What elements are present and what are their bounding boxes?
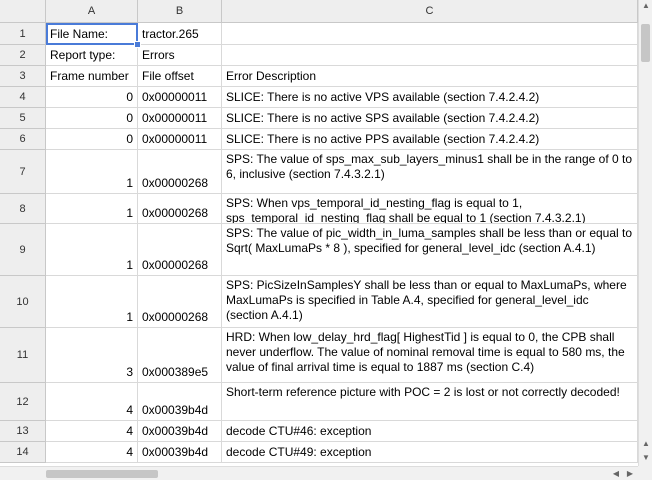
cell-c6[interactable]: SLICE: There is no active PPS available … [222,129,638,150]
cell-b12[interactable]: 0x00039b4d [138,383,222,421]
cell-a9[interactable]: 1 [46,224,138,276]
column-header-c[interactable]: C [222,0,638,23]
row-header[interactable]: 12 [0,383,46,421]
cell-c14[interactable]: decode CTU#49: exception [222,442,638,463]
cell-c9[interactable]: SPS: The value of pic_width_in_luma_samp… [222,224,638,276]
scroll-left-icon[interactable]: ◀ [610,468,622,480]
row-header[interactable]: 9 [0,224,46,276]
cell-b6[interactable]: 0x00000011 [138,129,222,150]
cell-a1[interactable]: File Name: [46,23,138,45]
cell-b3[interactable]: File offset [138,66,222,87]
cell-a4[interactable]: 0 [46,87,138,108]
row-header[interactable]: 7 [0,150,46,194]
row-header[interactable]: 6 [0,129,46,150]
cell-c13[interactable]: decode CTU#46: exception [222,421,638,442]
cell-c1[interactable] [222,23,638,45]
cell-a3[interactable]: Frame number [46,66,138,87]
row-header[interactable]: 13 [0,421,46,442]
vertical-scrollbar[interactable]: ▲ ▲ ▼ [638,0,652,466]
row-header[interactable]: 3 [0,66,46,87]
cell-a6[interactable]: 0 [46,129,138,150]
scroll-up-icon[interactable]: ▲ [639,0,652,12]
row-header[interactable]: 11 [0,328,46,383]
cell-c5[interactable]: SLICE: There is no active SPS available … [222,108,638,129]
cell-a11[interactable]: 3 [46,328,138,383]
row-header[interactable]: 1 [0,23,46,45]
row-header[interactable]: 10 [0,276,46,328]
cell-c11[interactable]: HRD: When low_delay_hrd_flag[ HighestTid… [222,328,638,383]
column-header-a[interactable]: A [46,0,138,23]
select-all-corner[interactable] [0,0,46,23]
cell-a2[interactable]: Report type: [46,45,138,66]
column-header-b[interactable]: B [138,0,222,23]
cell-b14[interactable]: 0x00039b4d [138,442,222,463]
cell-c4[interactable]: SLICE: There is no active VPS available … [222,87,638,108]
cell-b11[interactable]: 0x000389e5 [138,328,222,383]
cell-c12[interactable]: Short-term reference picture with POC = … [222,383,638,421]
cell-a5[interactable]: 0 [46,108,138,129]
horizontal-scroll-thumb[interactable] [46,470,158,478]
horizontal-scrollbar[interactable]: ◀ ▶ [0,466,638,480]
fill-handle[interactable] [134,41,141,48]
cell-c3[interactable]: Error Description [222,66,638,87]
cell-a14[interactable]: 4 [46,442,138,463]
cell-b9[interactable]: 0x00000268 [138,224,222,276]
row-header[interactable]: 8 [0,194,46,224]
cell-b7[interactable]: 0x00000268 [138,150,222,194]
vertical-scroll-thumb[interactable] [641,24,650,62]
cell-a12[interactable]: 4 [46,383,138,421]
cell-b5[interactable]: 0x00000011 [138,108,222,129]
cell-b8[interactable]: 0x00000268 [138,194,222,224]
row-header[interactable]: 14 [0,442,46,463]
cell-b13[interactable]: 0x00039b4d [138,421,222,442]
cell-c8[interactable]: SPS: When vps_temporal_id_nesting_flag i… [222,194,638,224]
cell-c2[interactable] [222,45,638,66]
cell-b2[interactable]: Errors [138,45,222,66]
row-header[interactable]: 2 [0,45,46,66]
row-header[interactable]: 5 [0,108,46,129]
cell-c7[interactable]: SPS: The value of sps_max_sub_layers_min… [222,150,638,194]
cell-b4[interactable]: 0x00000011 [138,87,222,108]
scroll-right-icon[interactable]: ▶ [624,468,636,480]
scroll-up-icon[interactable]: ▲ [639,438,652,450]
cell-a13[interactable]: 4 [46,421,138,442]
cell-a7[interactable]: 1 [46,150,138,194]
cell-a8[interactable]: 1 [46,194,138,224]
scrollbar-corner [638,466,652,480]
cell-c10[interactable]: SPS: PicSizeInSamplesY shall be less tha… [222,276,638,328]
row-header[interactable]: 4 [0,87,46,108]
cell-a10[interactable]: 1 [46,276,138,328]
scroll-down-icon[interactable]: ▼ [639,452,652,464]
cell-b10[interactable]: 0x00000268 [138,276,222,328]
cell-b1[interactable]: tractor.265 [138,23,222,45]
